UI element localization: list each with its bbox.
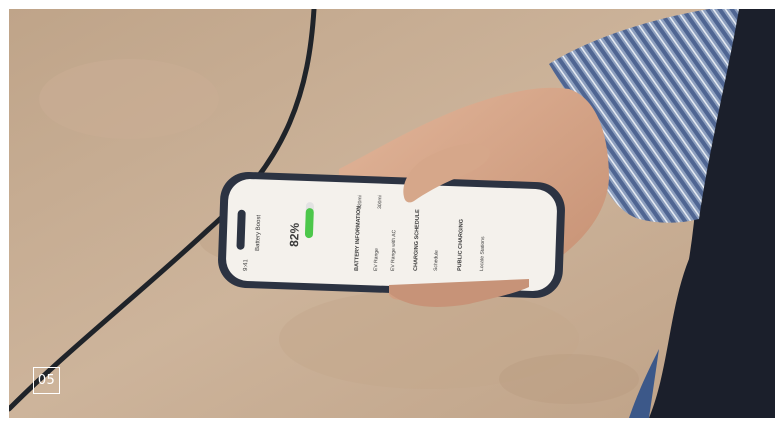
range-bottom: 300mi [377, 195, 383, 209]
screen-title: Battery Boost [255, 215, 262, 252]
slide-number-badge: 05 [33, 367, 60, 394]
photo-frame: 9:41 Battery Boost 82% 320mi 300mi BATTE… [9, 9, 775, 418]
charge-percent: 82% [287, 222, 302, 247]
battery-bar [304, 208, 314, 239]
row-range: EV Range [373, 248, 380, 271]
row-stations: Locate Stations [479, 236, 486, 271]
row-schedule: Schedule [433, 250, 440, 271]
screen-time: 9:41 [243, 259, 249, 272]
photo-scene: 9:41 Battery Boost 82% 320mi 300mi BATTE… [9, 9, 775, 418]
